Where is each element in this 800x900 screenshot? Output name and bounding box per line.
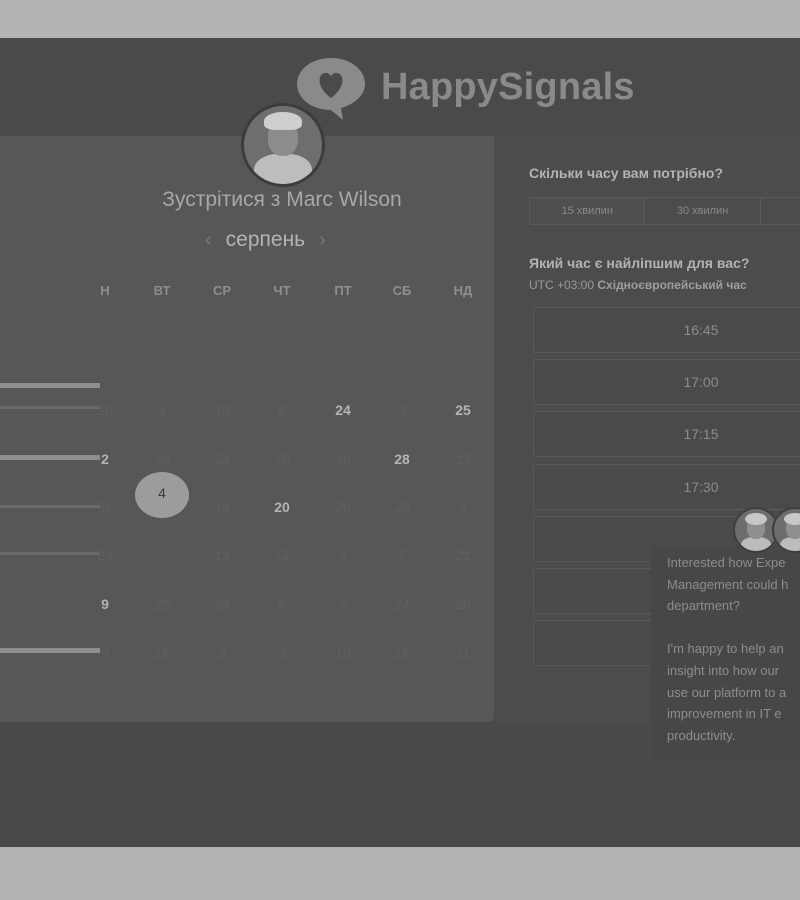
calendar-day: 9 [339, 547, 347, 563]
calendar-day: 24 [97, 547, 113, 563]
calendar-day: 10 [274, 451, 290, 467]
calendar-day-available[interactable]: 9 [85, 596, 125, 612]
duration-15-option[interactable]: 15 хвилин [530, 198, 646, 224]
calendar-day: 4 [158, 402, 166, 418]
calendar-day: 9 [101, 645, 109, 661]
calendar-day: 11 [455, 645, 471, 661]
weekday-label: СБ [392, 283, 412, 298]
calendar-day: 18 [154, 451, 170, 467]
selected-day[interactable]: 4 [135, 485, 189, 501]
calendar-day: 16 [154, 645, 170, 661]
time-slot[interactable]: 17:00 [533, 359, 800, 405]
calendar-day-available[interactable]: 28 [382, 451, 422, 467]
calendar-day: 20 [97, 402, 113, 418]
calendar-day-available[interactable]: 2 [85, 451, 125, 467]
calendar-day: 21 [455, 547, 471, 563]
calendar-day: 13 [214, 402, 230, 418]
calendar-day: 9 [459, 499, 467, 515]
time-slot[interactable]: 17:15 [533, 411, 800, 457]
weekday-label: Н [100, 283, 110, 298]
timezone-offset: UTC +03:00 [529, 278, 595, 292]
duration-question: Скільки часу вам потрібно? [529, 165, 724, 181]
time-slot[interactable]: 16:45 [533, 307, 800, 353]
timezone-label[interactable]: UTC +03:00 Східноєвропейський час [529, 278, 747, 292]
brand-name: HappySignals [381, 65, 635, 108]
calendar-day: 25 [154, 596, 170, 612]
header: HappySignals [0, 38, 800, 136]
duration-30-option[interactable]: 30 хвилин [645, 198, 761, 224]
duration-more-option[interactable] [761, 198, 800, 224]
calendar-day: 31 [97, 499, 113, 515]
calendar-day-available[interactable]: 25 [443, 402, 483, 418]
calendar-day-available[interactable]: 24 [323, 402, 363, 418]
weekday-label: ПТ [334, 283, 352, 298]
weekday-label: СР [212, 283, 232, 298]
calendar-day: 6 [278, 596, 286, 612]
calendar-day: 28 [455, 596, 471, 612]
calendar-day: 24 [214, 451, 230, 467]
calendar-day: 13 [214, 547, 230, 563]
time-question: Який час є найліпшим для вас? [529, 255, 750, 271]
next-month-icon[interactable]: › [319, 229, 326, 252]
calendar-day: 24 [394, 596, 410, 612]
calendar-day: 26 [335, 499, 351, 515]
duration-selector: 15 хвилин 30 хвилин [529, 197, 800, 225]
chat-message: Interested how Expe Management could h d… [667, 555, 789, 743]
calendar-day: 10 [335, 645, 351, 661]
brand-logo: HappySignals [293, 54, 635, 120]
weekday-label: ЧТ [273, 283, 291, 298]
host-avatar [241, 103, 325, 187]
calendar-overlay-bar [0, 383, 100, 388]
prev-month-icon[interactable]: ‹ [205, 229, 212, 252]
calendar-day: 6 [278, 402, 286, 418]
month-navigation: ‹ серпень › [205, 228, 326, 252]
calendar-day: 23 [394, 499, 410, 515]
calendar-day: 3 [398, 402, 406, 418]
time-slot[interactable]: 17:30 [533, 464, 800, 510]
timezone-name: Східноєвропейський час [597, 278, 747, 292]
calendar-day: 3 [218, 645, 226, 661]
calendar-day: 18 [214, 499, 230, 515]
weekday-label: ВТ [153, 283, 171, 298]
calendar-panel [0, 136, 494, 722]
calendar-day: 12 [274, 547, 290, 563]
meeting-title: Зустрітися з Marc Wilson [162, 188, 402, 211]
scheduler-screen: HappySignals Зустрітися з Marc Wilson ‹ … [0, 38, 800, 847]
weekday-label: НД [453, 283, 473, 298]
calendar-day: 28 [214, 596, 230, 612]
calendar-day: 9 [278, 645, 286, 661]
calendar-day: 16 [335, 451, 351, 467]
calendar-day: 2 [339, 596, 347, 612]
calendar-day: 16 [394, 645, 410, 661]
calendar-day-available[interactable]: 20 [262, 499, 302, 515]
calendar-day: 13 [455, 451, 471, 467]
calendar-day: 7 [398, 547, 406, 563]
current-month: серпень [225, 228, 306, 251]
